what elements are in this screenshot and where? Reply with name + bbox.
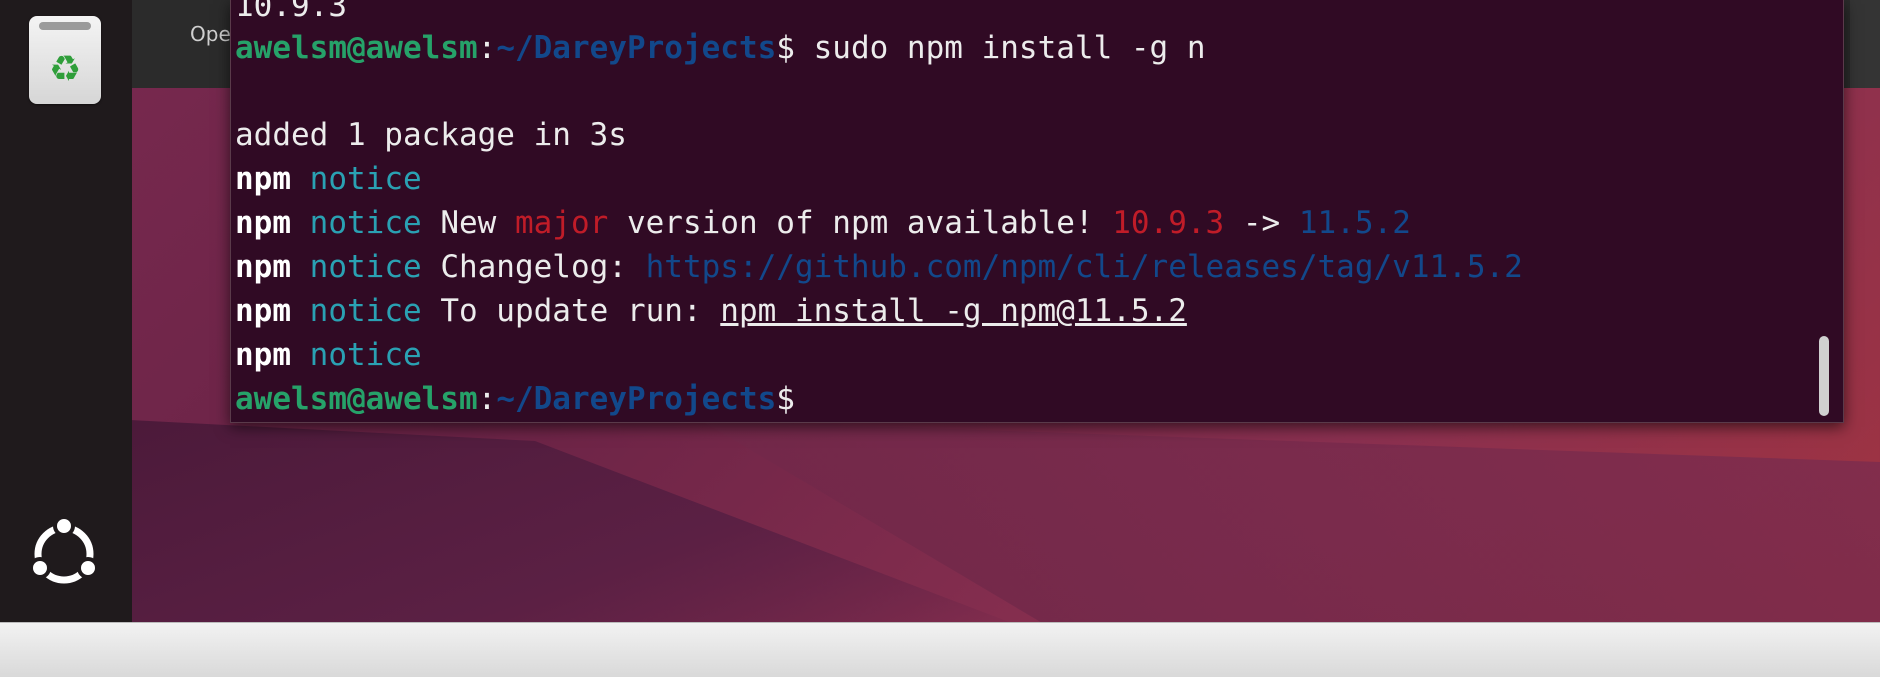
terminal-output-line: 10.9.3 [235, 0, 347, 24]
window-edge [1850, 0, 1880, 88]
terminal-prompt-line[interactable]: awelsm@awelsm:~/DareyProjects$ [235, 377, 795, 421]
terminal-scrollbar[interactable] [1819, 336, 1829, 416]
dock: ♻ [0, 0, 132, 622]
npm-notice-line: npm notice [235, 337, 422, 373]
terminal-window[interactable]: 10.9.3 awelsm@awelsm:~/DareyProjects$ su… [230, 0, 1844, 423]
trash-lid [39, 22, 91, 30]
terminal-output-line: added 1 package in 3s [235, 117, 627, 153]
recycle-bin-icon: ♻ [48, 49, 82, 90]
update-command: npm install -g npm@11.5.2 [720, 293, 1187, 329]
npm-notice-line: npm notice [235, 161, 422, 197]
npm-notice-line: npm notice Changelog: https://github.com… [235, 249, 1523, 285]
changelog-link[interactable]: https://github.com/npm/cli/releases/tag/… [646, 249, 1523, 285]
npm-notice-line: npm notice New major version of npm avai… [235, 205, 1411, 241]
npm-notice-line: npm notice To update run: npm install -g… [235, 293, 1187, 329]
bottom-window-frame [0, 622, 1880, 677]
ubuntu-logo-icon[interactable] [26, 516, 102, 592]
open-label[interactable]: Ope [190, 22, 231, 46]
terminal-prompt-line: awelsm@awelsm:~/DareyProjects$ sudo npm … [235, 30, 1206, 66]
trash-button[interactable]: ♻ [29, 16, 101, 104]
